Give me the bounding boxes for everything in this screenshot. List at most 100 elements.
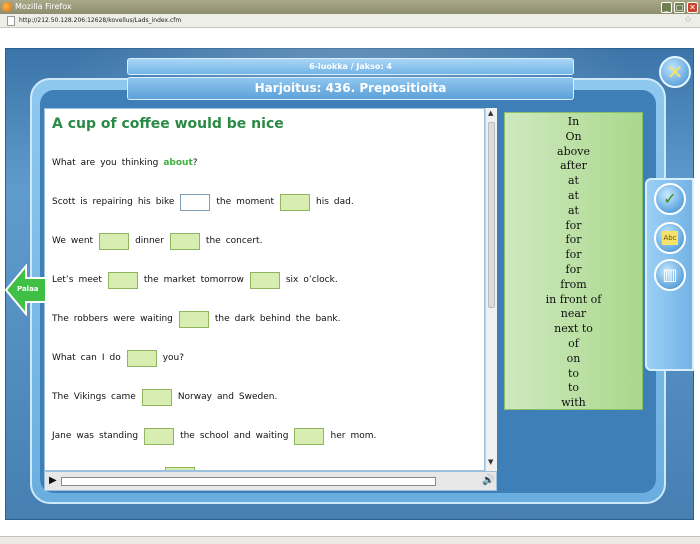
answer-blank[interactable] (249, 271, 280, 289)
answer-blank[interactable] (279, 193, 310, 211)
word-bank-item[interactable]: to (505, 381, 642, 396)
sentence-punctuation: ? (192, 158, 198, 168)
sentence-word: standing (99, 431, 139, 441)
sentence-row: The robbers were waiting the dark behind the ban… (52, 310, 345, 328)
sentence-word: waiting (140, 314, 173, 324)
volume-icon[interactable]: 🔊 (482, 475, 494, 486)
sentence-word: mom. (350, 431, 377, 441)
sentence-word: the (295, 314, 311, 324)
sentence-word: concert. (225, 236, 263, 246)
word-bank-item[interactable]: of (505, 337, 642, 352)
minimize-button[interactable]: _ (661, 2, 672, 13)
sentence-row: Jane was standing the school and waiting her mom… (52, 427, 381, 445)
word-bank-item[interactable]: in front of (505, 293, 642, 308)
word-bank-item[interactable]: for (505, 263, 642, 278)
sentence-word: is (80, 197, 88, 207)
word-bank-item[interactable]: above (505, 145, 642, 160)
word-bank-item[interactable]: at (505, 174, 642, 189)
sentence-word: o’clock. (303, 275, 338, 285)
sentence-word: came (111, 392, 136, 402)
answer-blank[interactable] (141, 388, 172, 406)
answer-blank[interactable] (144, 427, 175, 445)
url-text[interactable]: http://212.50.128.206:12628/kovellus/Lad… (19, 16, 181, 26)
answer-blank[interactable] (178, 310, 209, 328)
word-bank-item[interactable]: On (505, 130, 642, 145)
word-bank-item[interactable]: In (505, 115, 642, 130)
sentence-word: Vikings (73, 392, 107, 402)
page-icon (7, 16, 15, 26)
sentence-word: do (109, 353, 121, 363)
word-bank-item[interactable]: with (505, 396, 642, 411)
bookmark-star-icon[interactable]: ☆ (684, 15, 692, 25)
sentence-word: Scott (52, 197, 76, 207)
maximize-button[interactable]: □ (674, 2, 685, 13)
sentence-word: repairing (92, 197, 133, 207)
address-bar[interactable]: http://212.50.128.206:12628/kovellus/Lad… (0, 14, 700, 28)
back-button[interactable]: Palaa (4, 263, 48, 317)
scroll-thumb[interactable] (488, 122, 495, 308)
sentence-word: market (163, 275, 196, 285)
sentence-word: went (70, 236, 94, 246)
word-bank-item[interactable]: to (505, 367, 642, 382)
sentence-word: Jane (52, 431, 72, 441)
sentence-word: dinner (135, 236, 164, 246)
word-bank-item[interactable]: for (505, 233, 642, 248)
scroll-down-arrow-icon[interactable]: ▼ (488, 458, 493, 466)
book-icon: ▥ (662, 265, 678, 284)
answer-blank[interactable] (180, 193, 211, 211)
sentence-word: I (101, 353, 105, 363)
word-bank-item[interactable]: for (505, 219, 642, 234)
word-bank-item[interactable]: after (505, 159, 642, 174)
vertical-scrollbar[interactable]: ▲ ▼ (485, 108, 497, 471)
sentence-word: his (315, 197, 329, 207)
word-bank-item[interactable]: at (505, 204, 642, 219)
word-bank-item[interactable]: for (505, 248, 642, 263)
sentence-word: Norway (177, 392, 212, 402)
sentence-word: waiting (255, 431, 289, 441)
sentence-word: What (52, 353, 76, 363)
sentence-row: What can Ido you? (52, 349, 189, 367)
close-window-button[interactable]: ✕ (687, 2, 698, 13)
word-bank-item[interactable]: at (505, 189, 642, 204)
check-button[interactable]: ✓ (654, 183, 686, 215)
word-bank-item[interactable]: from (505, 278, 642, 293)
close-exercise-button[interactable]: ✕ (659, 56, 691, 88)
answer-blank[interactable] (107, 271, 138, 289)
word-bank-item[interactable]: next to (505, 322, 642, 337)
sentence-word: you (100, 158, 117, 168)
answer-blank[interactable] (126, 349, 157, 367)
scroll-up-arrow-icon[interactable]: ▲ (488, 109, 493, 117)
window-title: Mozilla Firefox (15, 2, 72, 11)
sentence-row: The Vikings came Norway and Sweden. (52, 388, 282, 406)
abc-note-icon: Abc (662, 231, 678, 245)
sentence-word: dark (234, 314, 255, 324)
sentence-row: We went dinner the concert. (52, 232, 267, 250)
sentence-word: behind (259, 314, 291, 324)
sentence-word: robbers (73, 314, 109, 324)
filled-answer[interactable]: about (163, 158, 192, 168)
exercise-content: A cup of coffee would be nice What are you… (44, 108, 485, 471)
sentence-word: moment (236, 197, 274, 207)
sentence-word: the (205, 236, 221, 246)
word-bank-item[interactable]: on (505, 352, 642, 367)
progress-track[interactable] (61, 477, 436, 486)
word-bank: In On above after at at at for for for for from in f… (504, 112, 643, 410)
firefox-icon (2, 2, 12, 12)
sentence-row: Scott is repairing his bike the moment his dad. (52, 193, 359, 211)
sentence-word: can (80, 353, 97, 363)
sentence-word: The (52, 314, 69, 324)
word-bank-item[interactable]: near (505, 307, 642, 322)
play-icon[interactable]: ▶ (49, 475, 57, 486)
sentence-word: the (143, 275, 159, 285)
sentence-word: his (137, 197, 151, 207)
sentence-word: was (76, 431, 94, 441)
answer-blank[interactable] (294, 427, 325, 445)
sentence-word: you? (162, 353, 185, 363)
window-titlebar: Mozilla Firefox _ □ ✕ (0, 0, 700, 14)
answer-blank[interactable] (169, 232, 200, 250)
sentence-word: thinking (121, 158, 159, 168)
sentence-word: the (180, 431, 195, 441)
answer-blank[interactable] (99, 232, 130, 250)
book-button[interactable]: ▥ (654, 259, 686, 291)
abc-note-button[interactable]: Abc (654, 222, 686, 254)
